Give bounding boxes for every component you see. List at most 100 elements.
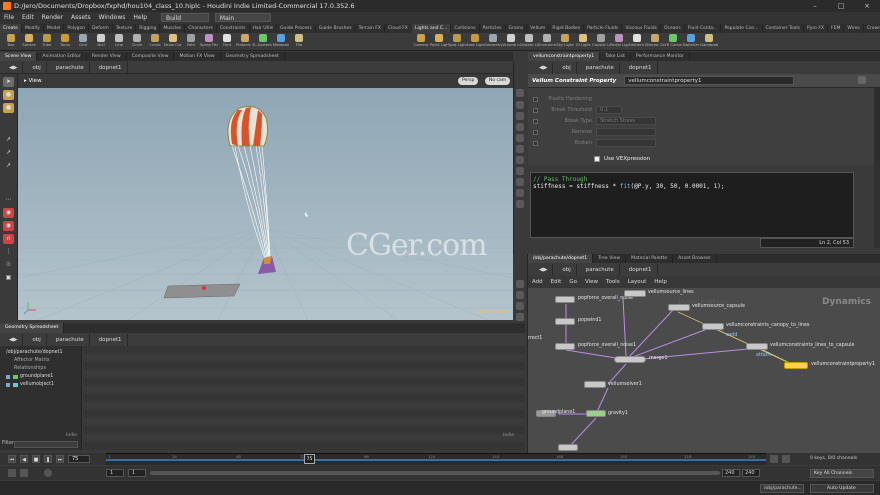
menu-help[interactable]: Help <box>129 12 151 24</box>
gear-icon[interactable] <box>858 76 866 84</box>
shelf-tool[interactable]: Box <box>2 33 20 50</box>
net-tool-icon[interactable] <box>516 302 524 310</box>
node-popforce-noise1[interactable] <box>555 343 575 350</box>
vex-code-editor[interactable]: // Pass Through stiffness = stiffness * … <box>530 172 854 238</box>
expand-icon[interactable] <box>6 375 10 379</box>
snap-icon[interactable]: ☉ <box>3 260 14 270</box>
tab-motion-fx-view[interactable]: Motion FX View <box>174 52 221 61</box>
shelf-tool[interactable]: File <box>290 33 308 50</box>
desktop-dropdown[interactable]: Main <box>214 13 271 22</box>
light-tool[interactable]: Sky Light <box>556 33 574 50</box>
light-tool[interactable]: Point Light <box>430 33 448 50</box>
shelf-tab[interactable]: Guide Brushes <box>316 24 356 33</box>
magnet-icon[interactable]: ∩ <box>3 234 14 244</box>
expand-icon[interactable] <box>6 383 10 387</box>
shelf-tab[interactable]: Create <box>0 24 22 33</box>
range-end-field-2[interactable]: 240 <box>742 469 760 477</box>
tab-performance-monitor[interactable]: Performance Monitor <box>631 52 690 61</box>
handle-icon[interactable]: ● <box>3 90 14 100</box>
shelf-tab[interactable]: Container Tools <box>763 24 805 33</box>
shelf-tool[interactable]: Platonic Solids <box>236 33 254 50</box>
jump-start-icon[interactable]: ⏮ <box>8 455 16 463</box>
3d-viewport[interactable]: CGer.com Solve Solution <box>18 88 513 320</box>
shelf-tool[interactable]: Null <box>92 33 110 50</box>
shelf-tab[interactable]: Vellum <box>527 24 550 33</box>
light-tool[interactable]: Spot Light <box>448 33 466 50</box>
shelf-tab[interactable]: FEM <box>828 24 845 33</box>
shelf-tab[interactable]: Viscous Fluids <box>622 24 661 33</box>
node-vellumsource-capsule[interactable] <box>668 304 690 311</box>
audio-icon[interactable] <box>44 469 52 477</box>
shelf-tab[interactable]: Hair Utils <box>250 24 278 33</box>
key-all-channels-dropdown[interactable]: Key All Channels <box>810 469 874 478</box>
tab-composite-view[interactable]: Composite View <box>127 52 175 61</box>
maximize-button[interactable]: □ <box>830 0 852 12</box>
node-merge[interactable] <box>614 356 646 363</box>
light-tool[interactable]: VR Camera <box>664 33 682 50</box>
shelf-tab[interactable]: Terrain FX <box>356 24 385 33</box>
light-tool[interactable]: Distant Light <box>520 33 538 50</box>
select-arrow-icon[interactable]: ➤ <box>3 77 14 87</box>
scatter-icon[interactable]: ⋯ <box>3 195 14 205</box>
attach-icon[interactable]: ◉ <box>3 221 14 231</box>
shelf-tool[interactable]: Sphere <box>20 33 38 50</box>
tree-item[interactable]: Relationships <box>0 365 82 373</box>
tree-item[interactable]: /obj/parachute/dopnet1 <box>0 349 82 357</box>
menu-assets[interactable]: Assets <box>67 12 95 24</box>
tab-take-list[interactable]: Take List <box>600 52 631 61</box>
lock-icon[interactable] <box>515 89 524 97</box>
persp-menu[interactable]: Persp <box>458 77 479 85</box>
net-menu-edit[interactable]: Edit <box>547 276 566 288</box>
light-tool[interactable]: Stereo Camera <box>646 33 664 50</box>
tab-tree-view[interactable]: Tree View <box>593 254 627 263</box>
tab-scene-view[interactable]: Scene View <box>0 52 38 61</box>
net-menu-tools[interactable]: Tools <box>602 276 624 288</box>
menu-edit[interactable]: Edit <box>18 12 38 24</box>
tab-network[interactable]: /obj/parachute/dopnet1 <box>528 254 594 263</box>
stop-icon[interactable]: ■ <box>32 455 40 463</box>
pin-icon[interactable]: ◉ <box>3 208 14 218</box>
tab-material-palette[interactable]: Material Palette <box>626 254 674 263</box>
tree-item[interactable]: Affector Matrix <box>0 357 82 365</box>
light-tool[interactable]: Environment Light <box>538 33 556 50</box>
jump-end-icon[interactable]: ⏭ <box>56 455 64 463</box>
close-button[interactable]: × <box>856 0 878 12</box>
camera-menu[interactable]: No cam <box>485 77 511 85</box>
net-menu-view[interactable]: View <box>581 276 602 288</box>
node-name-field[interactable]: vellumconstraintproperty1 <box>624 76 795 85</box>
shelf-tab[interactable]: Pyro FX <box>804 24 829 33</box>
shelf-tool[interactable]: Grid <box>74 33 92 50</box>
tab-geometry-spreadsheet-bottom[interactable]: Geometry Spreadsheet <box>0 323 65 333</box>
range-start-field[interactable]: 1 <box>106 469 124 477</box>
light-tool[interactable]: Geometry Light <box>484 33 502 50</box>
spreadsheet-table[interactable]: Indie <box>83 346 525 450</box>
light-tool[interactable]: Caustic Light <box>592 33 610 50</box>
node-vellumconstraintproperty-selected[interactable] <box>784 362 808 369</box>
vex-checkbox[interactable] <box>594 155 600 162</box>
shelf-tool[interactable]: Path <box>182 33 200 50</box>
shelf-tab[interactable]: Texture <box>113 24 137 33</box>
node-cons-lines[interactable] <box>746 343 768 350</box>
auto-update-button[interactable]: Auto Update <box>810 484 874 493</box>
menu-windows[interactable]: Windows <box>95 12 130 24</box>
step-back-icon[interactable]: ◀ <box>20 455 28 463</box>
pose-icon[interactable]: ● <box>3 103 14 113</box>
menu-file[interactable]: File <box>0 12 18 24</box>
ghost-icon[interactable] <box>515 167 524 175</box>
play-icon[interactable]: ❚ <box>44 455 52 463</box>
shelf-tab[interactable]: Modify <box>22 24 44 33</box>
shelf-tab[interactable]: Rigging <box>136 24 161 33</box>
param-value[interactable]: Stretch Stress <box>596 117 656 125</box>
range-end-field[interactable]: 240 <box>722 469 740 477</box>
key-icon-2[interactable] <box>782 455 790 463</box>
light-icon[interactable] <box>515 112 524 120</box>
shelf-tool[interactable]: L-System <box>254 33 272 50</box>
node-gravity[interactable] <box>586 410 606 417</box>
shelf-tab[interactable]: Crowds <box>864 24 880 33</box>
normals-icon[interactable] <box>515 156 524 164</box>
shelf-tab[interactable]: Lights and C... <box>412 24 452 33</box>
shelf-tab[interactable]: Oceans <box>661 24 685 33</box>
shelf-tool[interactable]: Line <box>110 33 128 50</box>
net-menu-add[interactable]: Add <box>528 276 547 288</box>
shelf-tool[interactable]: Tube <box>38 33 56 50</box>
